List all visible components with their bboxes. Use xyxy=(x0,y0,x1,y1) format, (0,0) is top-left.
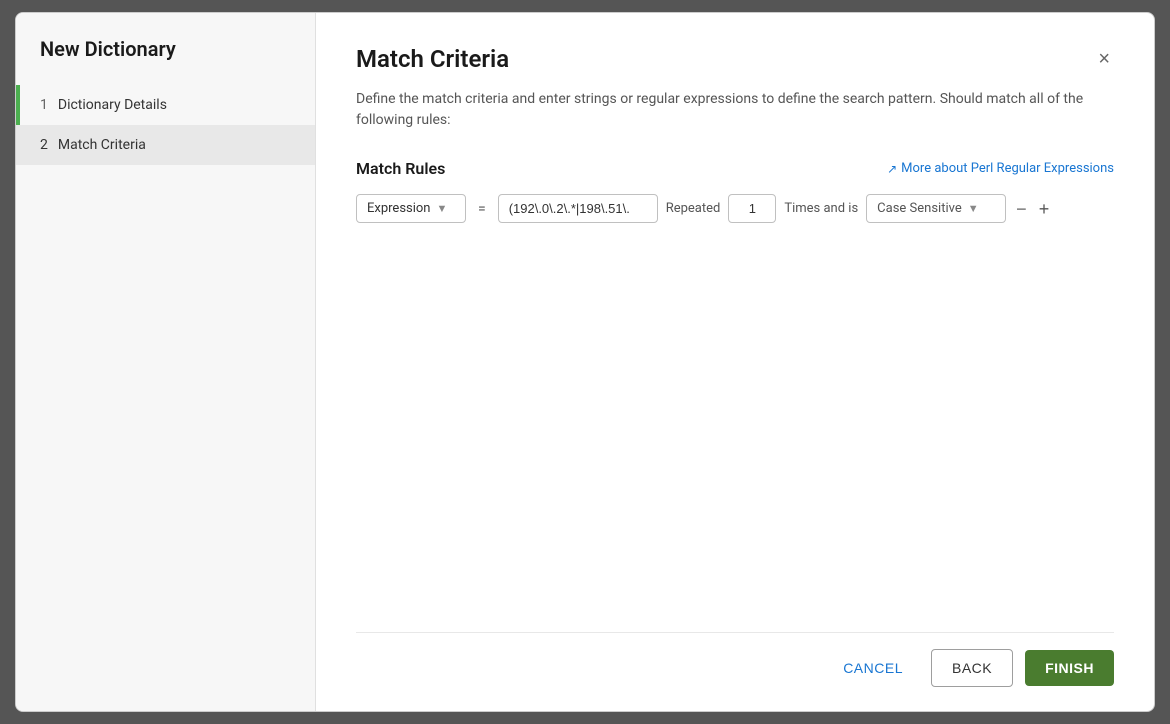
sidebar-item-match-criteria[interactable]: 2 Match Criteria xyxy=(16,125,315,165)
expression-input[interactable] xyxy=(498,194,658,223)
step2-num: 2 xyxy=(40,137,48,153)
expression-type-label: Expression xyxy=(367,201,431,216)
times-and-is-label: Times and is xyxy=(784,201,858,216)
external-link-icon: ↗ xyxy=(887,162,897,176)
close-button[interactable]: × xyxy=(1094,45,1114,73)
step2-label: Match Criteria xyxy=(58,137,146,153)
perl-link-text: More about Perl Regular Expressions xyxy=(901,161,1114,176)
match-rules-section: Match Rules ↗ More about Perl Regular Ex… xyxy=(356,159,1114,632)
step1-num: 1 xyxy=(40,97,48,113)
sidebar: New Dictionary 1 Dictionary Details 2 Ma… xyxy=(16,13,316,711)
chevron-down-icon: ▼ xyxy=(437,202,448,215)
sidebar-item-dictionary-details[interactable]: 1 Dictionary Details xyxy=(16,85,315,125)
chevron-down-icon-2: ▼ xyxy=(968,202,979,215)
add-rule-button[interactable]: + xyxy=(1037,198,1052,220)
footer: CANCEL BACK FINISH xyxy=(356,632,1114,687)
rule-row: Expression ▼ = Repeated Times and is Cas… xyxy=(356,194,1114,223)
main-header: Match Criteria × xyxy=(356,45,1114,73)
new-dictionary-dialog: New Dictionary 1 Dictionary Details 2 Ma… xyxy=(15,12,1155,712)
step1-label: Dictionary Details xyxy=(58,97,167,113)
repeated-label: Repeated xyxy=(666,201,721,216)
finish-button[interactable]: FINISH xyxy=(1025,650,1114,686)
case-sensitive-dropdown[interactable]: Case Sensitive ▼ xyxy=(866,194,1006,223)
times-input[interactable] xyxy=(728,194,776,223)
cancel-button[interactable]: CANCEL xyxy=(827,650,919,686)
perl-regular-expressions-link[interactable]: ↗ More about Perl Regular Expressions xyxy=(887,161,1114,176)
expression-type-dropdown[interactable]: Expression ▼ xyxy=(356,194,466,223)
case-sensitive-label: Case Sensitive xyxy=(877,201,962,216)
equals-sign: = xyxy=(474,201,490,217)
main-content: Match Criteria × Define the match criter… xyxy=(316,13,1154,711)
match-rules-header: Match Rules ↗ More about Perl Regular Ex… xyxy=(356,159,1114,178)
sidebar-title: New Dictionary xyxy=(16,37,315,85)
match-rules-title: Match Rules xyxy=(356,159,445,178)
back-button[interactable]: BACK xyxy=(931,649,1013,687)
description-text: Define the match criteria and enter stri… xyxy=(356,89,1114,131)
remove-rule-button[interactable]: − xyxy=(1014,198,1029,220)
page-title: Match Criteria xyxy=(356,45,509,73)
